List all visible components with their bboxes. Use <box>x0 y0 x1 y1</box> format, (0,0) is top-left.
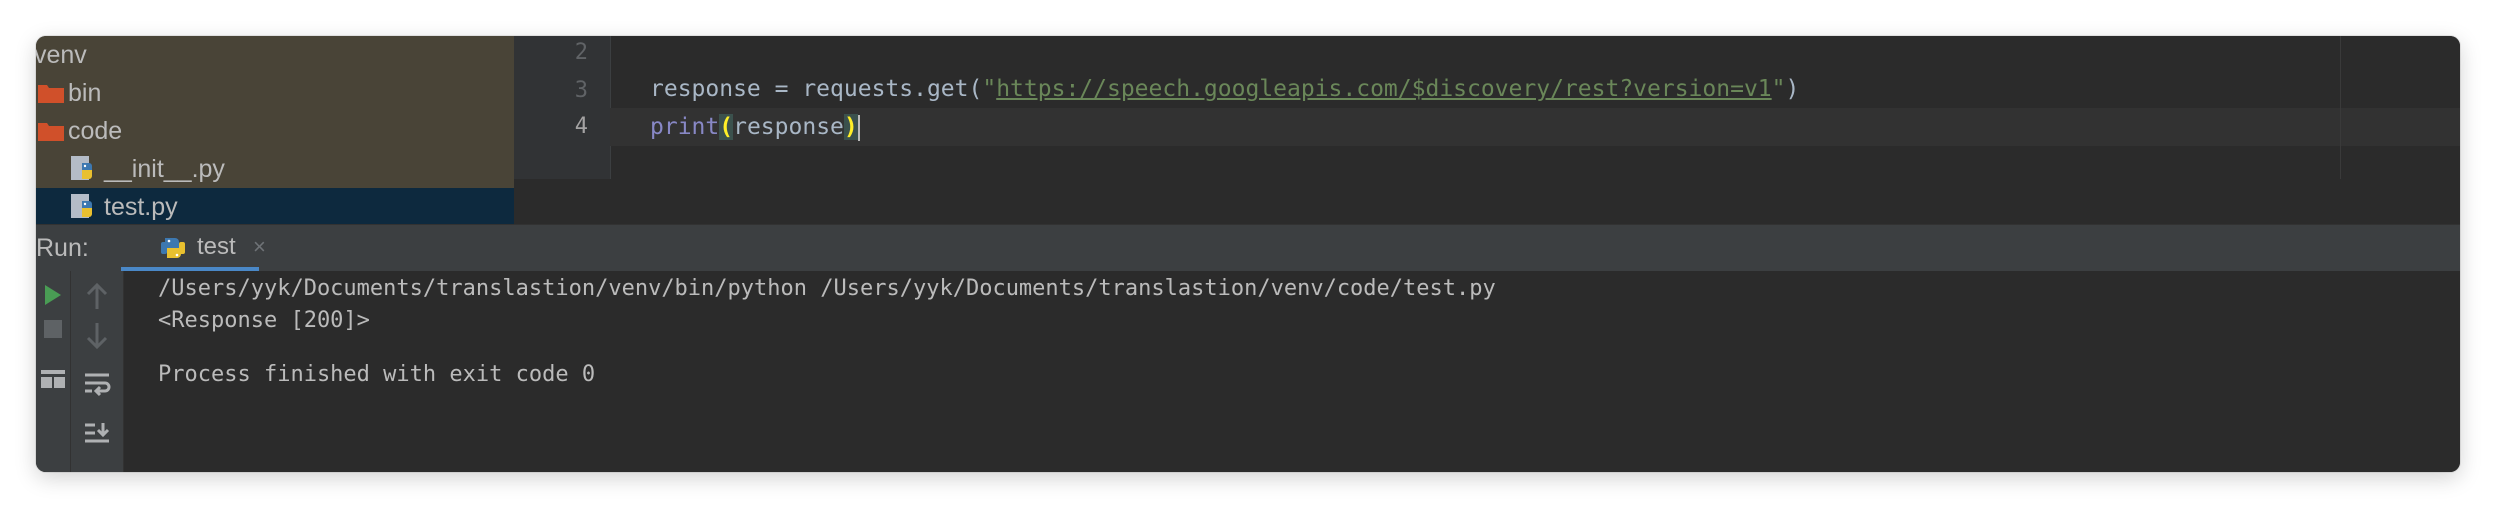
run-tab-label: test <box>197 233 236 260</box>
tree-item-test-py[interactable]: test.py <box>36 188 514 224</box>
run-panel-body: /Users/yyk/Documents/translastion/venv/b… <box>36 271 2460 472</box>
tree-item-label: venv <box>36 41 87 69</box>
code-token-quote: " <box>982 76 997 102</box>
ide-window: venv bin code __init__.py test.py 2 3 4 … <box>36 36 2460 472</box>
code-token-operator: = <box>760 76 803 102</box>
run-panel-header: Run: test × <box>36 224 2460 271</box>
arrow-up-icon[interactable] <box>85 283 109 311</box>
line-number: 2 <box>574 40 588 65</box>
tree-item-venv[interactable]: venv <box>36 36 514 74</box>
code-text-area[interactable]: response = requests.get("https://speech.… <box>610 36 2460 179</box>
code-token-builtin: print <box>650 114 720 140</box>
code-token-paren-highlight: ) <box>843 114 858 140</box>
run-panel-title: Run: <box>36 234 89 262</box>
code-line-3[interactable]: response = requests.get("https://speech.… <box>650 70 1799 108</box>
layout-icon[interactable] <box>40 367 66 391</box>
code-token-url[interactable]: https://speech.googleapis.com/$discovery… <box>996 76 1771 102</box>
line-number: 3 <box>574 78 588 103</box>
run-toolbar-secondary <box>70 271 124 472</box>
text-caret <box>857 114 860 141</box>
tree-item-label: test.py <box>104 193 178 221</box>
tree-item-code[interactable]: code <box>36 112 514 150</box>
console-line: Process finished with exit code 0 <box>158 362 596 387</box>
code-editor[interactable]: 2 3 4 response = requests.get("https://s… <box>514 36 2460 224</box>
folder-icon <box>38 85 64 103</box>
console-line: <Response [200]> <box>158 308 370 333</box>
tree-item-bin[interactable]: bin <box>36 74 514 112</box>
line-number: 4 <box>574 114 588 139</box>
code-token-variable: response <box>733 114 844 140</box>
top-area: venv bin code __init__.py test.py 2 3 4 … <box>36 36 2460 224</box>
python-icon <box>161 238 185 258</box>
scroll-to-end-icon[interactable] <box>83 421 111 447</box>
run-toolbar-primary <box>36 271 70 472</box>
code-token-call: requests.get( <box>802 76 983 102</box>
close-icon[interactable]: × <box>253 225 266 269</box>
code-token-variable: response <box>650 76 761 102</box>
editor-empty-area <box>514 179 2460 224</box>
python-file-icon <box>71 156 92 180</box>
code-token-paren: ) <box>1785 76 1800 102</box>
stop-icon[interactable] <box>43 319 63 339</box>
folder-icon <box>38 123 64 141</box>
tree-item-init-py[interactable]: __init__.py <box>36 150 514 188</box>
python-file-icon <box>71 194 92 218</box>
line-number-gutter: 2 3 4 <box>514 36 610 179</box>
rerun-icon[interactable] <box>43 283 63 307</box>
console-line: /Users/yyk/Documents/translastion/venv/b… <box>158 276 1496 301</box>
code-line-4[interactable]: print(response) <box>650 108 860 146</box>
run-tab-test[interactable]: test × <box>121 225 266 271</box>
current-line-highlight <box>610 108 2460 146</box>
soft-wrap-icon[interactable] <box>83 371 111 397</box>
right-margin-guide <box>2340 36 2341 179</box>
arrow-down-icon[interactable] <box>85 321 109 349</box>
project-tree: venv bin code __init__.py test.py <box>36 36 514 224</box>
tree-item-label: __init__.py <box>104 155 225 183</box>
tree-item-label: code <box>68 117 123 145</box>
code-token-paren-highlight: ( <box>719 114 734 140</box>
code-token-quote: " <box>1771 76 1786 102</box>
tree-item-label: bin <box>68 79 102 107</box>
